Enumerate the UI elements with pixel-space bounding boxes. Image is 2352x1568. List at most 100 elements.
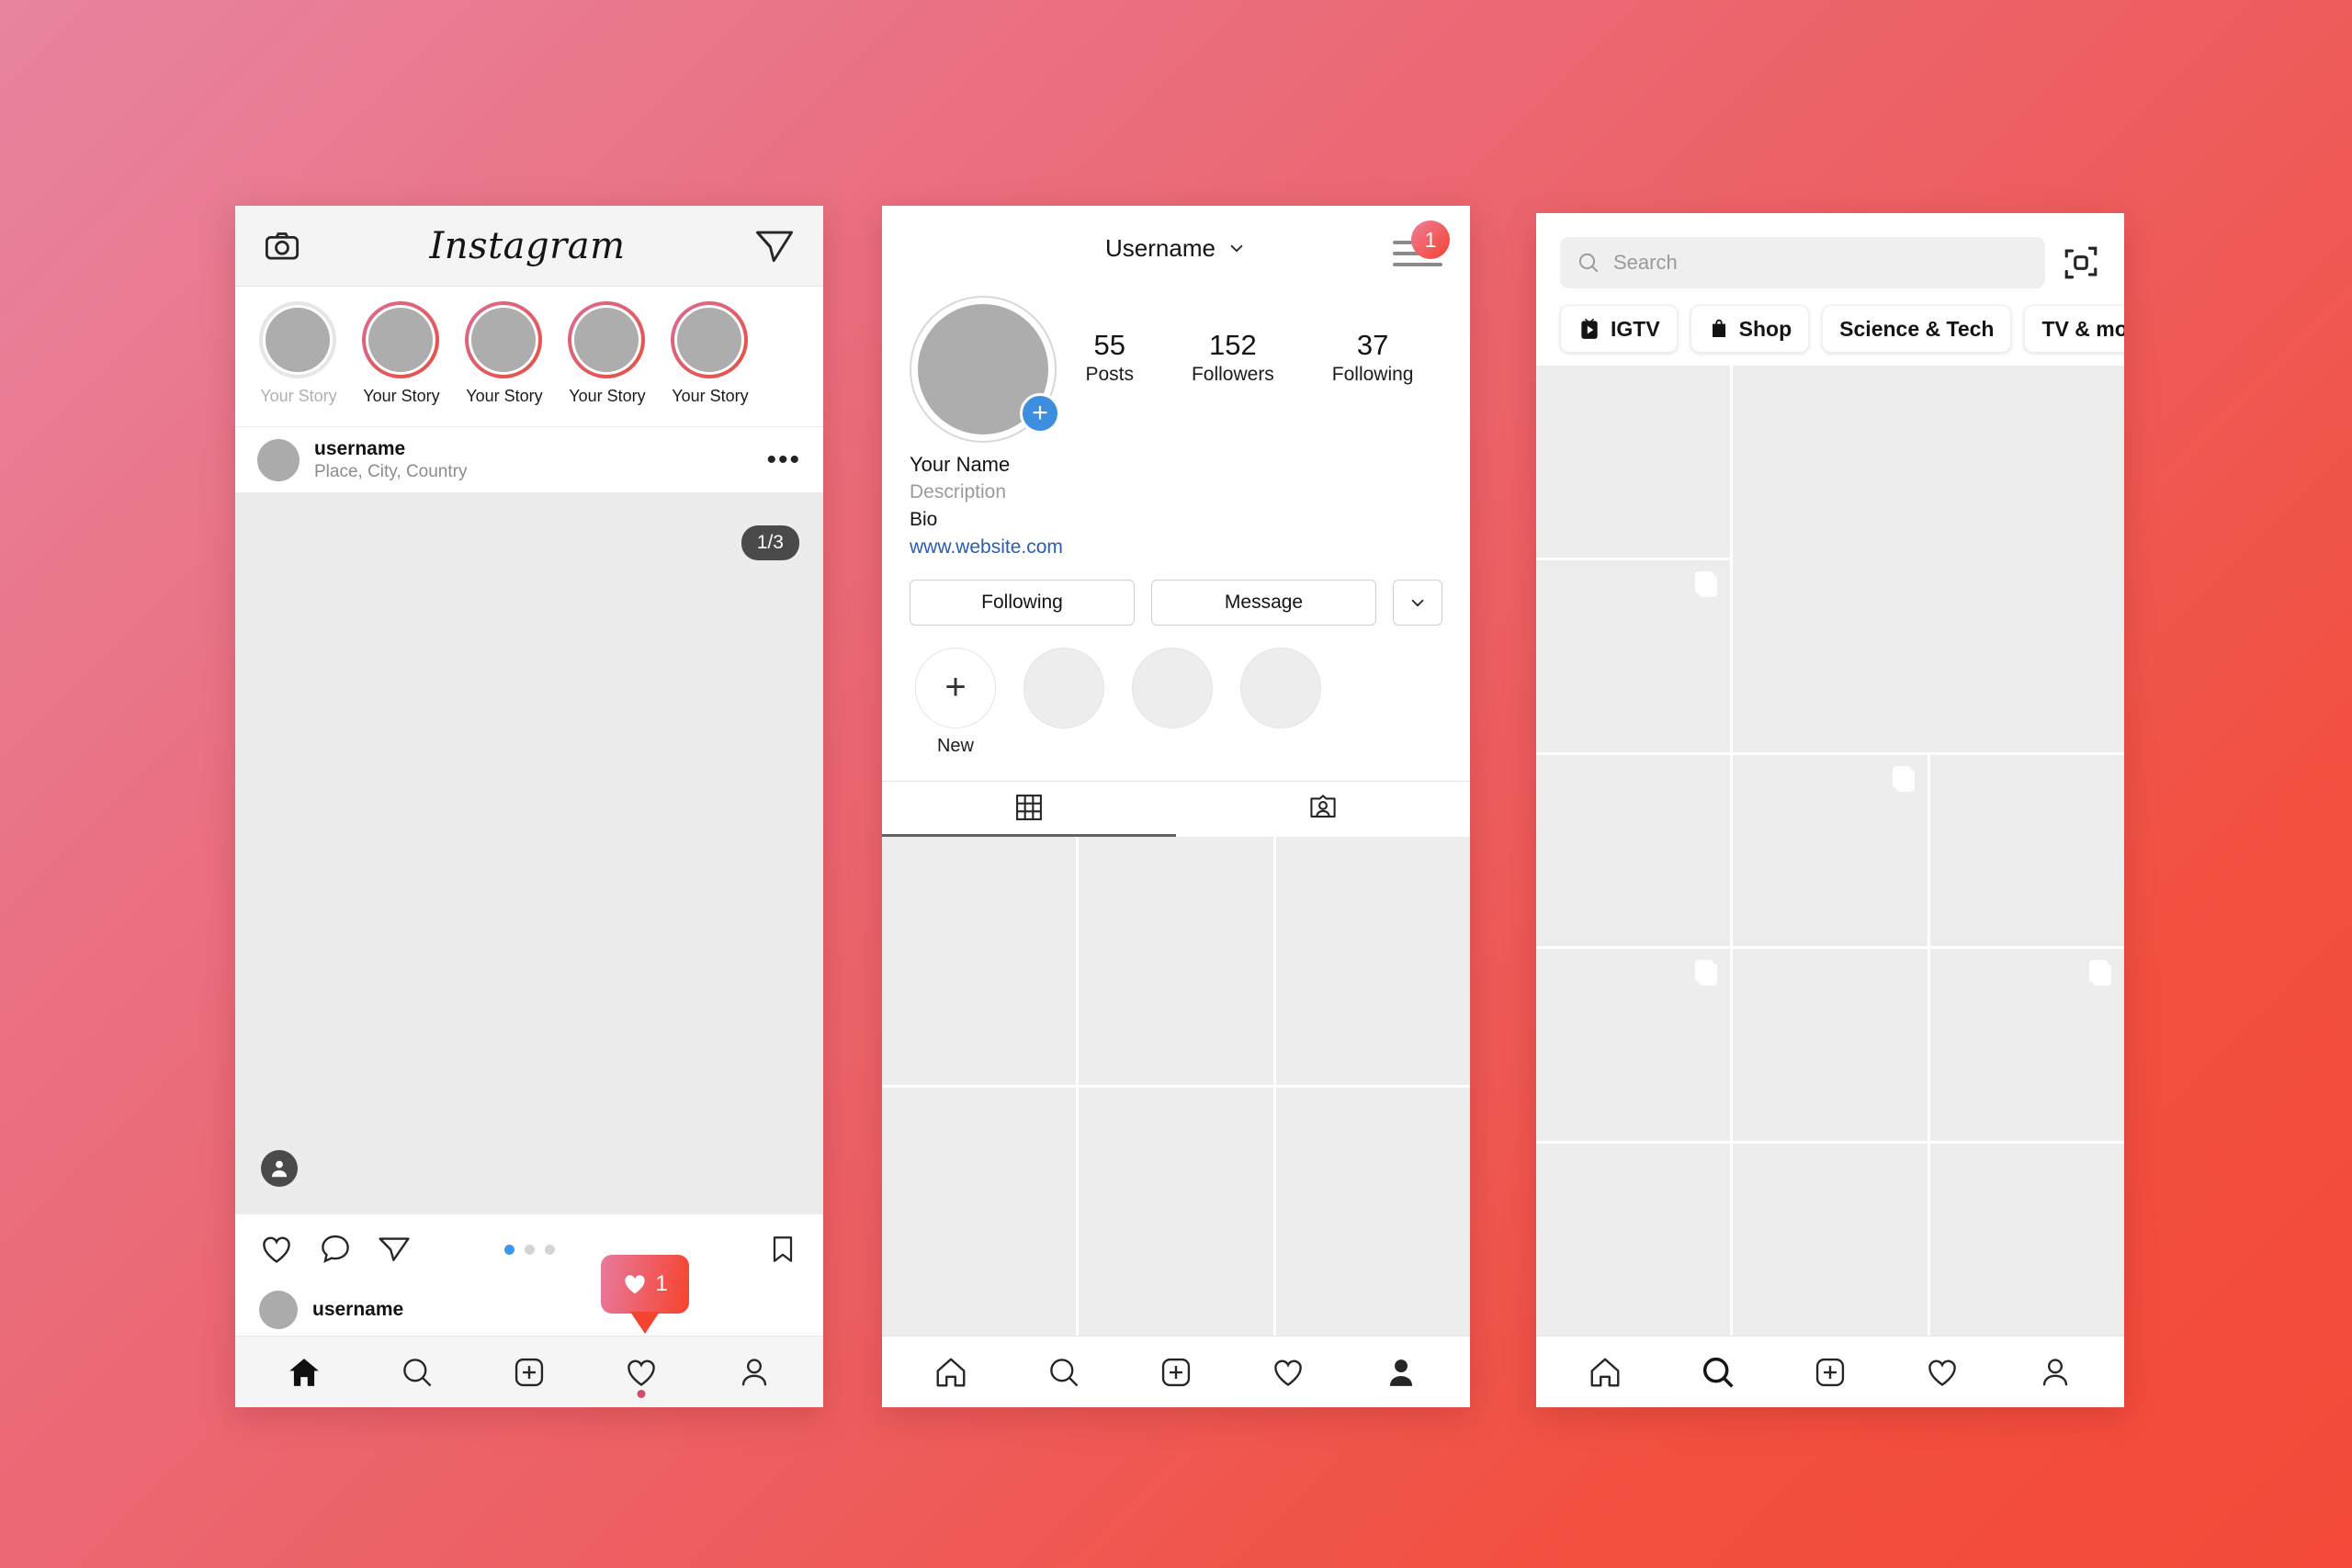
highlight-new[interactable]: + New	[915, 647, 996, 757]
profile-actions: Following Message	[882, 561, 1470, 626]
story-item[interactable]: Your Story	[259, 301, 338, 406]
phone-feed-screen: Instagram Your Story Your Story Your Sto…	[235, 206, 823, 1407]
story-highlights: + New	[882, 626, 1470, 757]
nav-profile-icon[interactable]	[2022, 1345, 2088, 1400]
stat-following[interactable]: 37 Following	[1332, 329, 1414, 386]
explore-tile[interactable]	[1733, 754, 1928, 947]
explore-tile[interactable]	[1536, 1144, 1731, 1336]
story-avatar	[677, 308, 741, 372]
camera-icon[interactable]	[263, 227, 301, 265]
post-footer-username[interactable]: username	[312, 1299, 403, 1321]
chip-shop[interactable]: Shop	[1690, 305, 1810, 353]
profile-title[interactable]: Username	[1105, 234, 1247, 263]
heart-icon[interactable]	[259, 1232, 294, 1267]
story-item[interactable]: Your Story	[362, 301, 441, 406]
avatar[interactable]	[259, 1291, 298, 1329]
stat-followers[interactable]: 152 Followers	[1192, 329, 1274, 386]
highlight-item[interactable]	[1132, 647, 1213, 757]
explore-tile[interactable]	[1536, 366, 1731, 558]
explore-tile-large[interactable]	[1733, 366, 2124, 752]
post-username[interactable]: username	[314, 437, 752, 461]
profile-avatar[interactable]: +	[910, 296, 1060, 443]
chip-tv-movies[interactable]: TV & mov	[2024, 305, 2124, 353]
grid-cell[interactable]	[1275, 836, 1470, 1085]
explore-tile[interactable]	[1536, 754, 1731, 947]
stat-value: 152	[1209, 329, 1257, 361]
nav-home-icon[interactable]	[918, 1345, 984, 1400]
story-label: Your Story	[260, 387, 337, 405]
multi-post-icon	[1891, 765, 1915, 792]
bookmark-icon[interactable]	[766, 1233, 799, 1266]
highlight-item[interactable]	[1023, 647, 1104, 757]
phone-explore-screen: Search IGTV Shop Science & Tech TV & mo	[1536, 213, 2124, 1407]
explore-tile[interactable]	[1733, 1144, 1928, 1336]
nav-heart-icon[interactable]	[608, 1345, 674, 1400]
search-icon	[1578, 253, 1599, 273]
story-item[interactable]: Your Story	[671, 301, 750, 406]
nav-new-post-icon[interactable]	[496, 1345, 562, 1400]
highlight-item[interactable]	[1240, 647, 1321, 757]
more-options-icon[interactable]: •••	[766, 446, 801, 473]
chip-label: IGTV	[1611, 316, 1660, 341]
explore-tile[interactable]	[1929, 754, 2124, 947]
plus-icon[interactable]: +	[1020, 393, 1060, 434]
chip-igtv[interactable]: IGTV	[1560, 305, 1678, 353]
nav-home-icon[interactable]	[271, 1345, 337, 1400]
nav-heart-icon[interactable]	[1255, 1345, 1321, 1400]
stat-posts[interactable]: 55 Posts	[1085, 329, 1134, 386]
story-item[interactable]: Your Story	[465, 301, 544, 406]
grid-cell[interactable]	[882, 836, 1077, 1085]
post-image[interactable]: 1/3	[235, 492, 823, 1214]
nav-new-post-icon[interactable]	[1143, 1345, 1209, 1400]
nav-heart-icon[interactable]	[1909, 1345, 1975, 1400]
chip-label: Shop	[1738, 316, 1792, 341]
grid-cell[interactable]	[882, 1087, 1077, 1336]
search-input[interactable]: Search	[1560, 237, 2045, 288]
story-label: Your Story	[672, 387, 749, 405]
grid-cell[interactable]	[1079, 1087, 1273, 1336]
grid-cell[interactable]	[1079, 836, 1273, 1085]
stat-value: 55	[1093, 329, 1125, 361]
tab-tagged[interactable]	[1176, 782, 1470, 837]
profile-description: Description	[910, 481, 1007, 503]
tab-grid[interactable]	[882, 782, 1176, 837]
chip-science-tech[interactable]: Science & Tech	[1822, 305, 2012, 353]
share-icon[interactable]	[377, 1232, 412, 1267]
search-placeholder: Search	[1613, 251, 1678, 274]
like-count: 1	[655, 1271, 668, 1296]
avatar[interactable]	[257, 438, 300, 481]
grid-cell[interactable]	[1275, 1087, 1470, 1336]
nav-profile-icon[interactable]	[721, 1345, 787, 1400]
nav-new-post-icon[interactable]	[1797, 1345, 1863, 1400]
comment-icon[interactable]	[318, 1232, 353, 1267]
more-actions-button[interactable]	[1393, 579, 1442, 626]
post-header: username Place, City, Country •••	[235, 426, 823, 492]
nav-search-icon[interactable]	[1685, 1345, 1751, 1400]
category-chips[interactable]: IGTV Shop Science & Tech TV & mov	[1536, 288, 2124, 366]
nav-search-icon[interactable]	[1031, 1345, 1097, 1400]
like-notification-popup: 1	[601, 1255, 689, 1334]
hamburger-icon[interactable]: 1	[1393, 220, 1450, 274]
shopping-bag-icon	[1712, 319, 1725, 337]
message-button[interactable]: Message	[1151, 579, 1376, 626]
profile-website-link[interactable]: www.website.com	[910, 534, 1442, 561]
explore-tile[interactable]	[1536, 949, 1731, 1142]
post-location[interactable]: Place, City, Country	[314, 461, 752, 483]
explore-tile[interactable]	[1536, 559, 1731, 752]
nav-home-icon[interactable]	[1572, 1345, 1638, 1400]
story-ring	[259, 301, 336, 378]
qr-scan-icon[interactable]	[2062, 243, 2100, 282]
explore-tile[interactable]	[1929, 949, 2124, 1142]
story-label: Your Story	[363, 387, 440, 405]
bottom-nav	[882, 1336, 1470, 1407]
stories-row[interactable]: Your Story Your Story Your Story Your St…	[235, 287, 823, 426]
following-button[interactable]: Following	[910, 579, 1135, 626]
post-footer: username	[235, 1284, 823, 1336]
explore-tile[interactable]	[1733, 949, 1928, 1142]
paper-plane-icon[interactable]	[753, 225, 796, 267]
explore-tile[interactable]	[1929, 1144, 2124, 1336]
nav-profile-icon[interactable]	[1368, 1345, 1434, 1400]
nav-search-icon[interactable]	[384, 1345, 450, 1400]
story-item[interactable]: Your Story	[568, 301, 647, 406]
tagged-user-icon[interactable]	[261, 1150, 298, 1187]
